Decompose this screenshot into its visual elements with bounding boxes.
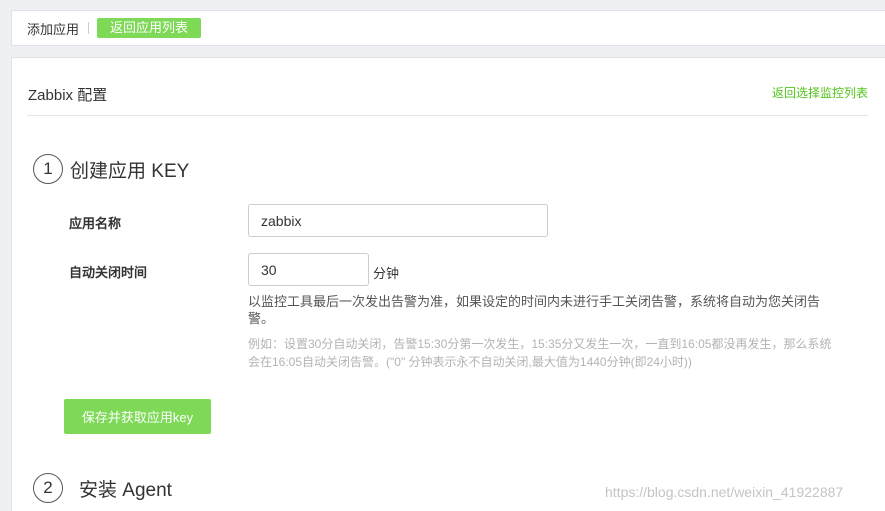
auto-close-help-text: 以监控工具最后一次发出告警为准，如果设定的时间内未进行手工关闭告警，系统将自动为… bbox=[248, 294, 821, 326]
panel-header: Zabbix 配置 返回选择监控列表 bbox=[27, 58, 868, 116]
auto-close-example-text: 例如：设置30分自动关闭，告警15:30分第一次发生，15:35分又发生一次，一… bbox=[248, 337, 832, 369]
panel-title: Zabbix 配置 bbox=[28, 87, 108, 104]
save-and-get-key-button[interactable]: 保存并获取应用key bbox=[64, 399, 211, 434]
app-name-label: 应用名称 bbox=[69, 216, 122, 231]
back-to-app-list-button[interactable]: 返回应用列表 bbox=[97, 18, 202, 38]
auto-close-time-input[interactable] bbox=[248, 253, 369, 286]
auto-close-time-label: 自动关闭时间 bbox=[69, 265, 148, 280]
minutes-unit: 分钟 bbox=[373, 266, 400, 281]
app-name-input[interactable] bbox=[248, 204, 548, 237]
top-bar: 添加应用 返回应用列表 bbox=[11, 10, 885, 46]
step-number-1: 1 bbox=[33, 154, 63, 184]
page-title: 添加应用 bbox=[27, 21, 80, 37]
step-create-key: 1 创建应用 KEY bbox=[33, 154, 189, 184]
step-title: 创建应用 KEY bbox=[70, 160, 190, 182]
config-panel: Zabbix 配置 返回选择监控列表 1 创建应用 KEY 应用名称 自动关闭时… bbox=[11, 57, 885, 511]
step-install-agent: 2 安装 Agent bbox=[33, 473, 172, 503]
watermark: https://blog.csdn.net/weixin_41922887 bbox=[605, 484, 844, 500]
step-number-2: 2 bbox=[33, 473, 63, 503]
step-title: 安装 Agent bbox=[79, 479, 172, 501]
divider bbox=[88, 22, 90, 34]
back-to-monitor-list-link[interactable]: 返回选择监控列表 bbox=[772, 84, 868, 101]
